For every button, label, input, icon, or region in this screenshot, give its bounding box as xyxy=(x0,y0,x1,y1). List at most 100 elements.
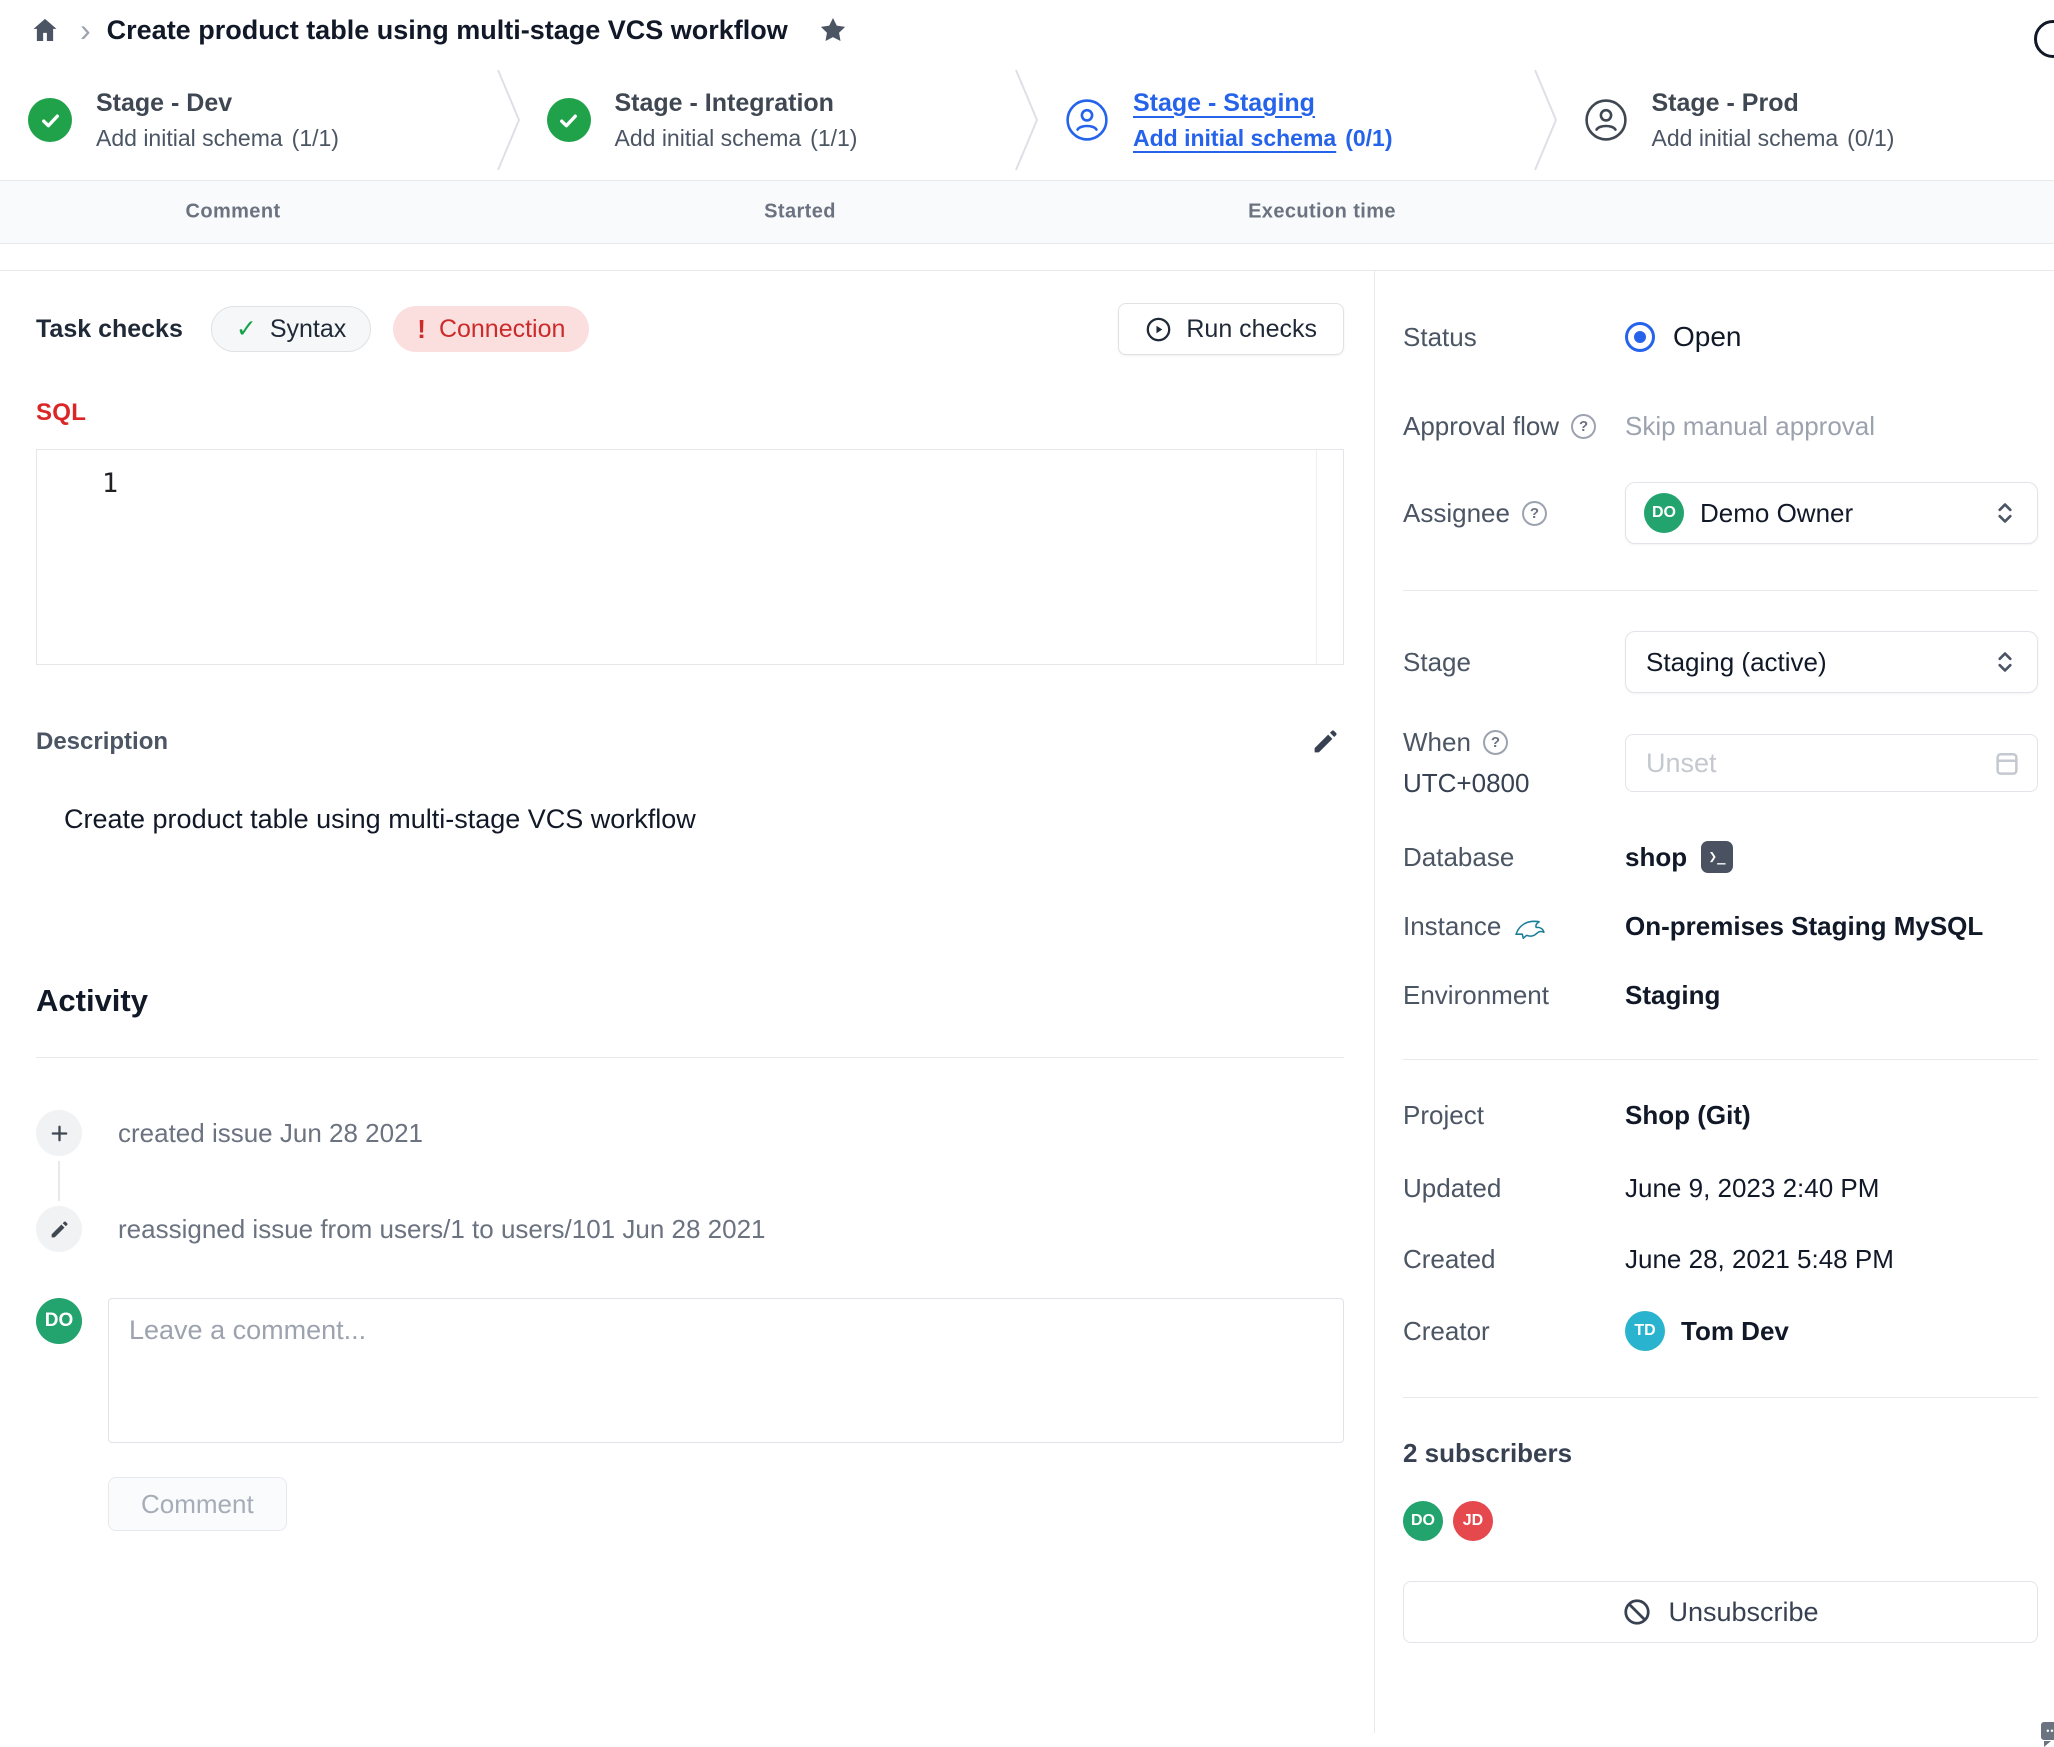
task-checks-label: Task checks xyxy=(36,315,183,344)
stage-done-icon xyxy=(28,98,72,142)
divider xyxy=(1403,1397,2038,1398)
updated-value: June 9, 2023 2:40 PM xyxy=(1625,1173,2038,1204)
stage-item-staging[interactable]: Stage - Staging Add initial schema (0/1) xyxy=(1037,89,1536,152)
check-pass-icon xyxy=(236,314,257,344)
unsubscribe-button[interactable]: Unsubscribe xyxy=(1403,1581,2038,1643)
timeline-connector xyxy=(58,1161,60,1201)
stage-task: Add initial schema xyxy=(96,125,283,152)
check-connection-badge[interactable]: Connection xyxy=(393,306,589,352)
creator-label: Creator xyxy=(1403,1316,1625,1347)
timezone-label: UTC+0800 xyxy=(1403,768,1529,799)
stage-select[interactable]: Staging (active) xyxy=(1625,631,2038,693)
avatar: DO xyxy=(1403,1501,1443,1541)
home-icon[interactable] xyxy=(26,11,64,49)
activity-event: reassigned issue from users/1 to users/1… xyxy=(36,1206,1344,1252)
instance-value: On-premises Staging MySQL xyxy=(1625,911,2038,942)
when-datetime-input[interactable] xyxy=(1625,734,2038,792)
activity-event-text: created issue Jun 28 2021 xyxy=(118,1118,423,1149)
chevron-up-down-icon xyxy=(1991,648,2019,676)
stage-task: Add initial schema xyxy=(615,125,802,152)
issue-sidebar: Status Open Approval flow Skip manual ap… xyxy=(1375,271,2054,1733)
question-circle-icon[interactable] xyxy=(1522,501,1547,526)
created-value: June 28, 2021 5:48 PM xyxy=(1625,1244,2038,1275)
column-header-comment: Comment xyxy=(185,201,280,224)
stage-person-icon xyxy=(1584,98,1628,142)
question-circle-icon[interactable] xyxy=(1571,414,1596,439)
sql-console-icon[interactable] xyxy=(1701,841,1733,873)
subscribers-list: DO JD xyxy=(1403,1501,2038,1541)
activity-heading: Activity xyxy=(36,983,1344,1019)
comment-bubble-icon xyxy=(2039,1720,2054,1742)
stage-title: Stage - Prod xyxy=(1652,89,1895,118)
status-label: Status xyxy=(1403,322,1625,353)
stage-task-count: (1/1) xyxy=(810,125,857,152)
editor-line-number: 1 xyxy=(95,468,125,499)
stage-person-icon xyxy=(1065,98,1109,142)
stage-item-dev[interactable]: Stage - Dev Add initial schema (1/1) xyxy=(0,89,499,152)
database-label: Database xyxy=(1403,842,1625,873)
column-header-started: Started xyxy=(764,201,836,224)
sql-editor[interactable]: 1 xyxy=(36,449,1344,665)
stage-title: Stage - Staging xyxy=(1133,89,1393,118)
avatar: DO xyxy=(1644,493,1684,533)
database-value[interactable]: shop xyxy=(1625,842,1687,873)
spacer xyxy=(0,244,2054,270)
stage-value: Staging (active) xyxy=(1646,647,1827,678)
status-open-radio[interactable] xyxy=(1625,322,1655,352)
when-label: When UTC+0800 xyxy=(1403,727,1625,799)
column-header-execution-time: Execution time xyxy=(1248,201,1396,224)
divider xyxy=(36,1057,1344,1058)
assignee-select[interactable]: DO Demo Owner xyxy=(1625,482,2038,544)
stage-task-count: (1/1) xyxy=(292,125,339,152)
comment-button[interactable]: Comment xyxy=(108,1477,287,1531)
pencil-icon xyxy=(1311,727,1340,756)
task-table-header: Comment Started Execution time xyxy=(0,180,2054,244)
comment-input[interactable] xyxy=(108,1298,1344,1443)
subscribers-heading: 2 subscribers xyxy=(1403,1438,2038,1469)
ban-icon xyxy=(1622,1597,1652,1627)
project-value: Shop (Git) xyxy=(1625,1100,2038,1131)
stage-item-integration[interactable]: Stage - Integration Add initial schema (… xyxy=(519,89,1018,152)
status-value: Open xyxy=(1673,321,1742,353)
avatar: TD xyxy=(1625,1311,1665,1351)
check-syntax-badge[interactable]: Syntax xyxy=(211,306,371,352)
stage-label: Stage xyxy=(1403,647,1625,678)
description-text: Create product table using multi-stage V… xyxy=(36,804,1344,835)
stage-task-count: (0/1) xyxy=(1345,125,1392,152)
assignee-label: Assignee xyxy=(1403,498,1625,529)
description-label: Description xyxy=(36,728,168,756)
stage-item-prod[interactable]: Stage - Prod Add initial schema (0/1) xyxy=(1556,89,2054,152)
plus-icon xyxy=(36,1110,82,1156)
instance-label: Instance xyxy=(1403,911,1625,942)
calendar-icon xyxy=(1992,748,2022,778)
edit-description-button[interactable] xyxy=(1307,723,1344,760)
chevron-up-down-icon xyxy=(1991,499,2019,527)
updated-label: Updated xyxy=(1403,1173,1625,1204)
environment-label: Environment xyxy=(1403,980,1625,1011)
mysql-dolphin-icon xyxy=(1513,914,1546,939)
stage-task: Add initial schema xyxy=(1133,125,1336,152)
avatar: DO xyxy=(36,1298,82,1344)
chevron-right-icon xyxy=(80,14,91,46)
environment-value: Staging xyxy=(1625,980,2038,1011)
approval-flow-value: Skip manual approval xyxy=(1625,411,2038,442)
created-label: Created xyxy=(1403,1244,1625,1275)
pencil-icon xyxy=(36,1206,82,1252)
stage-done-icon xyxy=(547,98,591,142)
sql-section-label: SQL xyxy=(36,399,1344,427)
project-label: Project xyxy=(1403,1100,1625,1131)
activity-timeline: created issue Jun 28 2021 reassigned iss… xyxy=(36,1110,1344,1252)
star-icon[interactable] xyxy=(814,11,852,49)
stage-title: Stage - Dev xyxy=(96,89,339,118)
editor-scrollbar[interactable] xyxy=(1316,450,1317,664)
stage-pipeline: Stage - Dev Add initial schema (1/1) Sta… xyxy=(0,60,2054,180)
activity-event: created issue Jun 28 2021 xyxy=(36,1110,1344,1156)
stage-task: Add initial schema xyxy=(1652,125,1839,152)
run-checks-button[interactable]: Run checks xyxy=(1118,303,1344,355)
issue-main-panel: Task checks Syntax Connection Run checks… xyxy=(0,271,1375,1733)
assignee-value: Demo Owner xyxy=(1700,498,1853,529)
question-circle-icon[interactable] xyxy=(1483,730,1508,755)
creator-value: Tom Dev xyxy=(1681,1316,1789,1347)
breadcrumb: Create product table using multi-stage V… xyxy=(0,0,2054,60)
divider xyxy=(1403,590,2038,591)
